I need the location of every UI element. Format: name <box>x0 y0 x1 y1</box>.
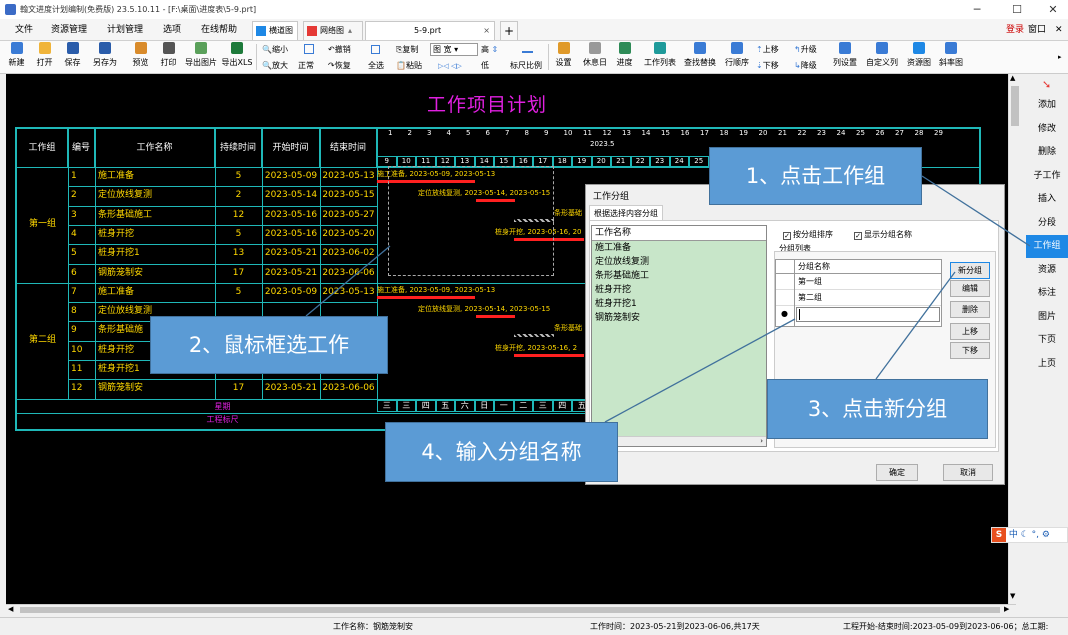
status-project-range: 工程开始-结束时间:2023-05-09到2023-06-06；总工期: <box>843 622 1049 631</box>
callout-connectors <box>305 175 1031 423</box>
status-work-name: 工作名称：钢筋笼制安 <box>333 622 413 631</box>
status-bar: 工作名称：钢筋笼制安 工作时间：2023-05-21到2023-06-06,共1… <box>0 617 1068 635</box>
status-work-time: 工作时间：2023-05-21到2023-06-06,共17天 <box>590 622 760 631</box>
